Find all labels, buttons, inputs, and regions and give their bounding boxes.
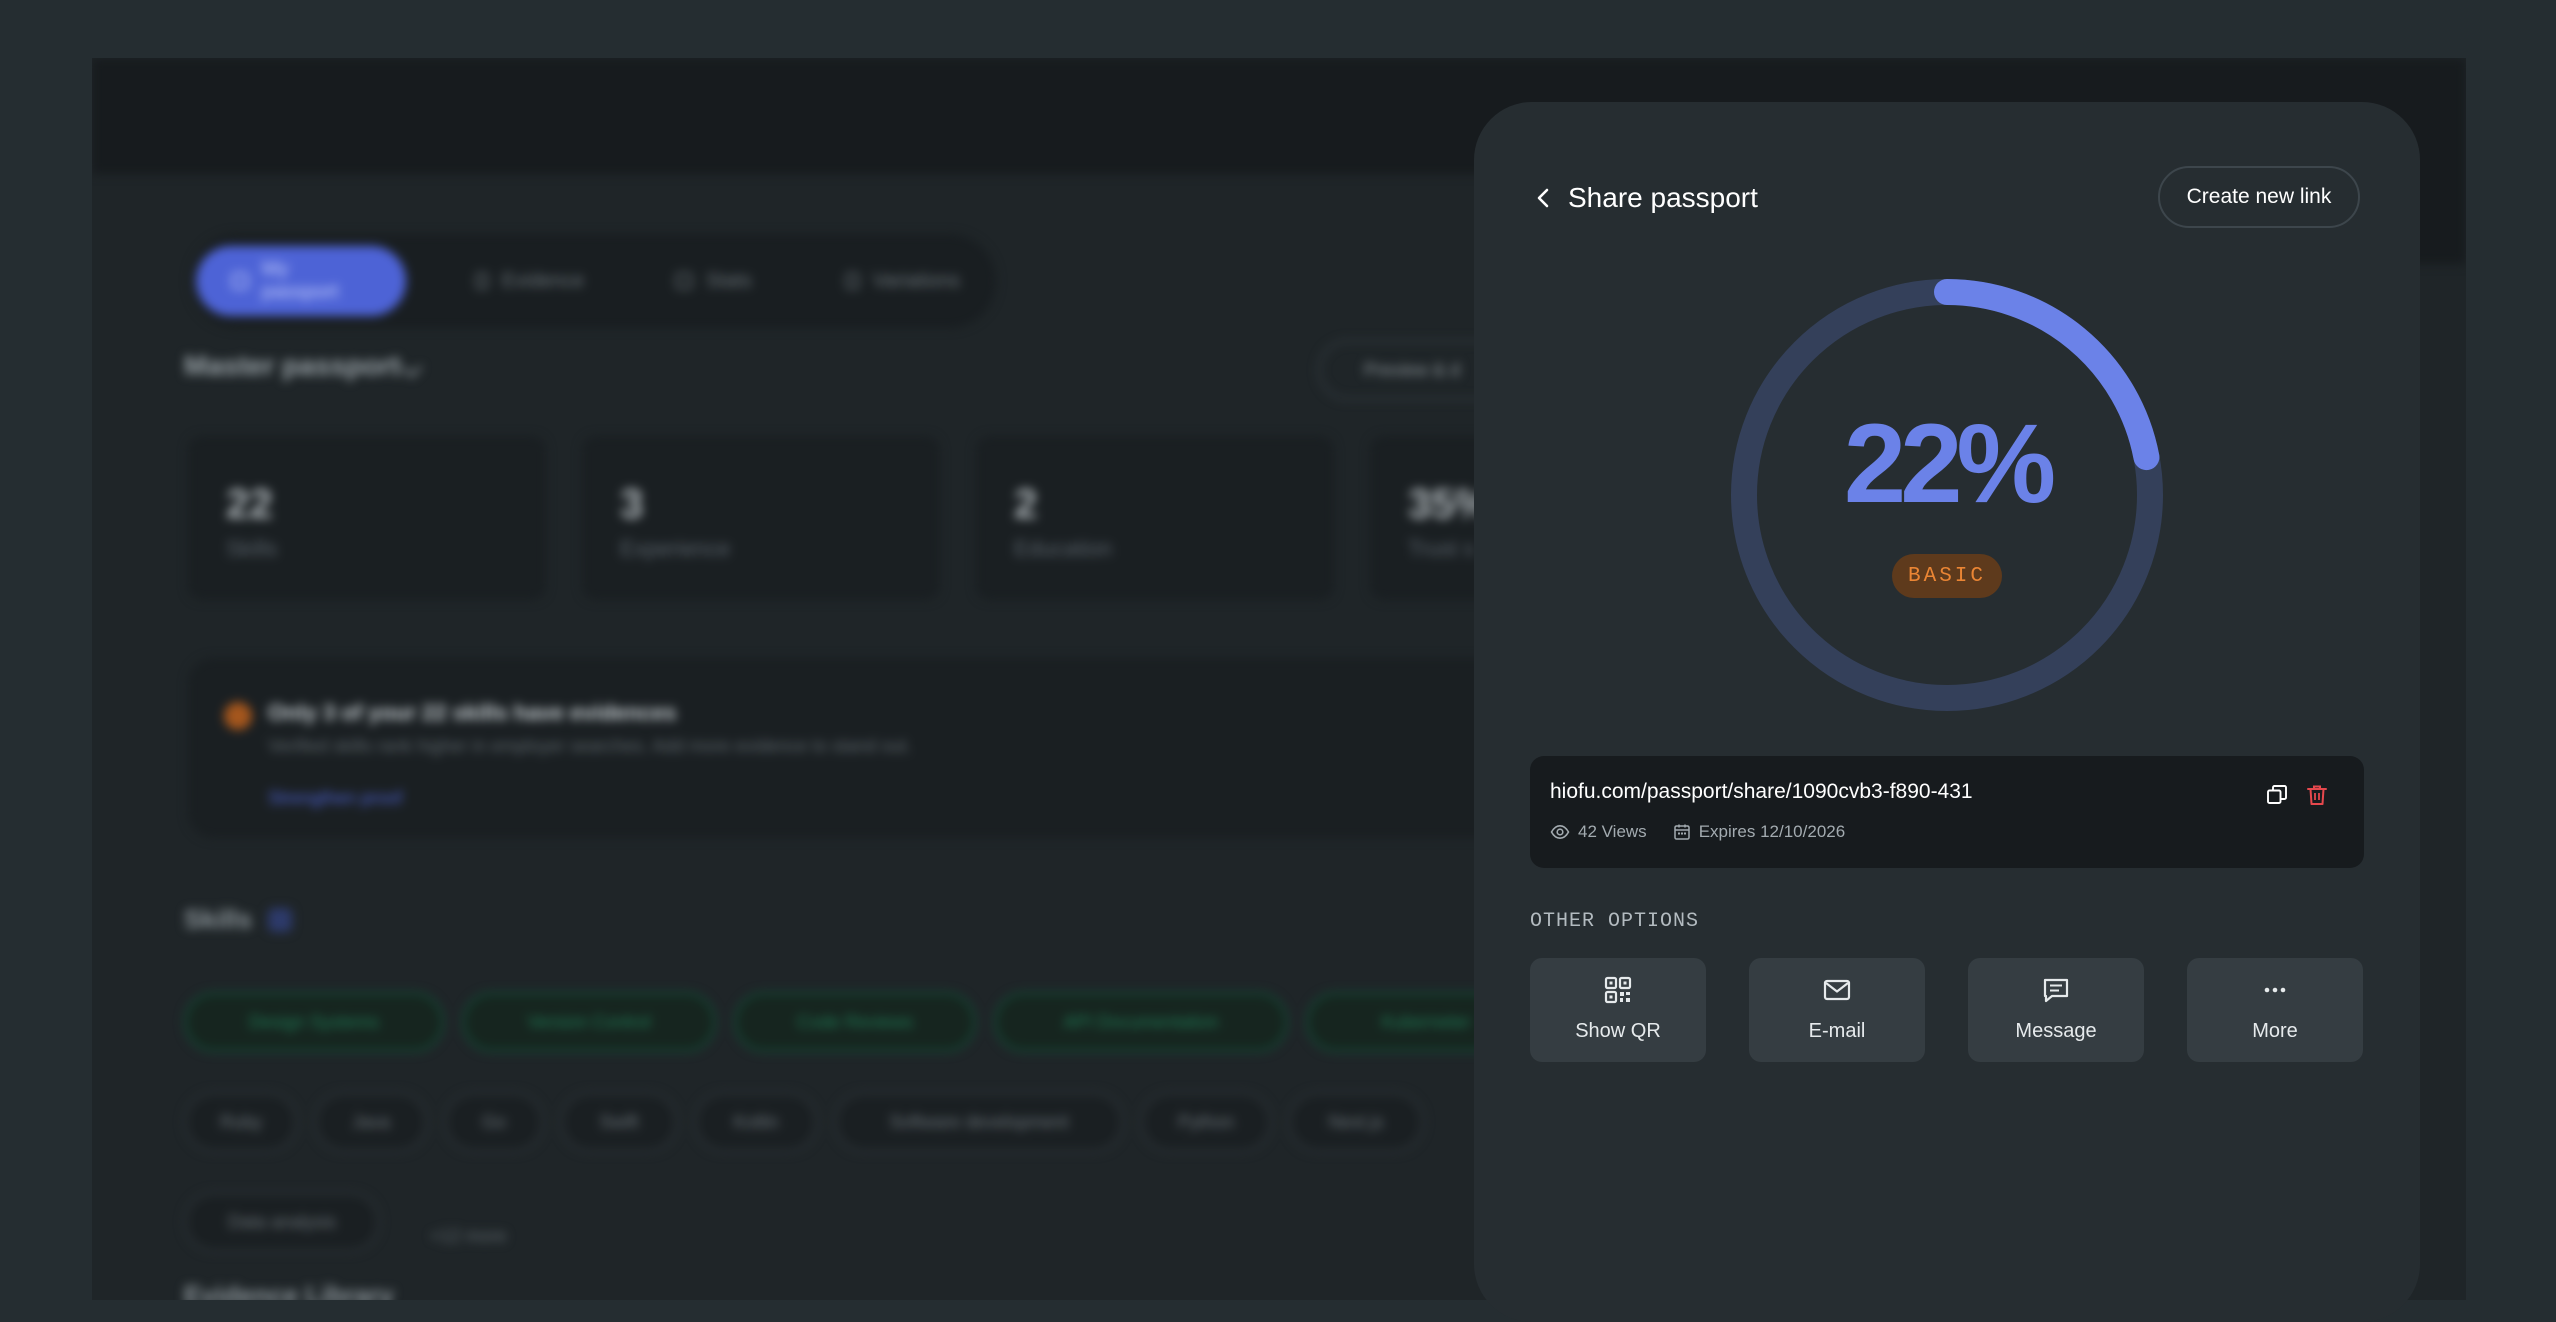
copy-icon [2267, 785, 2287, 804]
stat-label: Education [1014, 536, 1112, 561]
share-link-url[interactable]: hiofu.com/passport/share/1090cvb3-f890-4… [1550, 780, 1973, 804]
skill-chip[interactable]: Next.js [1288, 1092, 1424, 1152]
warning-icon [224, 702, 252, 730]
message-button[interactable]: Message [1968, 958, 2144, 1062]
passport-icon [232, 273, 248, 289]
stat-value: 3 [620, 480, 644, 527]
stat-card-experience: 3 Experience [582, 436, 940, 600]
evidence-library-heading: Evidence Library [184, 1280, 394, 1300]
branch-icon [846, 273, 859, 289]
create-new-link-button[interactable]: Create new link [2158, 166, 2360, 228]
delete-link-button[interactable] [2304, 782, 2330, 808]
evidence-alert: Only 3 of your 22 skills have evidences … [188, 658, 1588, 838]
stat-label: Trust s [1408, 536, 1475, 561]
copy-link-button[interactable] [2264, 782, 2290, 808]
stat-value: 2 [1014, 480, 1038, 527]
verified-skill-chip[interactable]: Version Control [462, 992, 716, 1052]
qr-code-icon [1604, 976, 1632, 1004]
back-button[interactable] [1524, 178, 1564, 218]
tab-label: Evidence [501, 269, 584, 292]
other-options-label: OTHER OPTIONS [1530, 910, 1700, 933]
skills-count-badge [268, 908, 292, 932]
stat-card-skills: 22 Skills [188, 436, 546, 600]
chevron-down-icon [400, 356, 423, 379]
stat-label: Skills [226, 536, 278, 561]
chevron-left-icon [1537, 188, 1549, 208]
option-label: E-mail [1808, 1020, 1866, 1042]
verified-skill-chip[interactable]: API Documentation [994, 992, 1288, 1052]
share-link-card: hiofu.com/passport/share/1090cvb3-f890-4… [1530, 756, 2364, 868]
stat-value: 22 [226, 480, 273, 527]
panel-title: Share passport [1568, 182, 1758, 213]
stat-card-education: 2 Education [976, 436, 1334, 600]
option-label: Show QR [1575, 1020, 1661, 1042]
verified-skill-chip[interactable]: Code Reviews [734, 992, 976, 1052]
skill-chip[interactable]: Kotlin [694, 1092, 818, 1152]
more-dots-icon [2264, 987, 2286, 993]
tab-stats[interactable]: Stats [640, 246, 810, 316]
share-passport-panel: Share passport Create new link 22% BASIC… [1474, 102, 2420, 1322]
stat-label: Experience [620, 536, 731, 561]
passport-selector[interactable]: Master passport [184, 350, 400, 382]
more-skills-toggle[interactable]: +12 more [430, 1226, 507, 1247]
skill-chip[interactable]: Go [444, 1092, 544, 1152]
skill-chip[interactable]: Ruby [184, 1092, 298, 1152]
share-link-meta: 42 Views Expires 12/10/2026 [1550, 822, 1845, 842]
expiry-date: Expires 12/10/2026 [1698, 822, 1846, 841]
tab-label: My passport [261, 258, 339, 303]
email-button[interactable]: E-mail [1749, 958, 1925, 1062]
document-icon [476, 273, 488, 289]
tab-label: Stats [706, 269, 752, 292]
eye-icon [1550, 824, 1570, 840]
tab-label: Variations [872, 269, 960, 292]
skill-chip[interactable]: Software development [834, 1092, 1124, 1152]
tab-evidence[interactable]: Evidence [440, 246, 620, 316]
skill-chip[interactable]: Python [1140, 1092, 1272, 1152]
trash-icon [2307, 785, 2327, 805]
message-icon [2043, 978, 2069, 1003]
skill-chip[interactable]: Swift [560, 1092, 678, 1152]
skill-chip[interactable]: Data analysis [184, 1192, 380, 1252]
more-options-button[interactable]: More [2187, 958, 2363, 1062]
option-label: More [2252, 1020, 2298, 1042]
score-percentage: 22% [1843, 401, 2056, 526]
show-qr-button[interactable]: Show QR [1530, 958, 1706, 1062]
verified-skill-chip[interactable]: Design Systems [184, 992, 444, 1052]
alert-title: Only 3 of your 22 skills have evidences [268, 700, 677, 725]
views-count: 42 Views [1578, 822, 1647, 841]
mail-icon [1823, 979, 1851, 1001]
tab-variations[interactable]: Variations [810, 246, 996, 316]
tab-my-passport[interactable]: My passport [196, 246, 406, 316]
skills-heading: Skills [184, 904, 252, 934]
level-badge: BASIC [1892, 554, 2002, 598]
option-label: Message [2015, 1020, 2097, 1042]
calendar-icon [1673, 824, 1690, 840]
strengthen-proof-link[interactable]: Strengthen proof [268, 788, 402, 809]
main-tabs: My passport Evidence Stats Variations [190, 234, 996, 328]
alert-subtitle: Verified skills rank higher in employer … [268, 736, 912, 756]
chart-icon [676, 273, 692, 289]
skill-chip[interactable]: Java [314, 1092, 428, 1152]
